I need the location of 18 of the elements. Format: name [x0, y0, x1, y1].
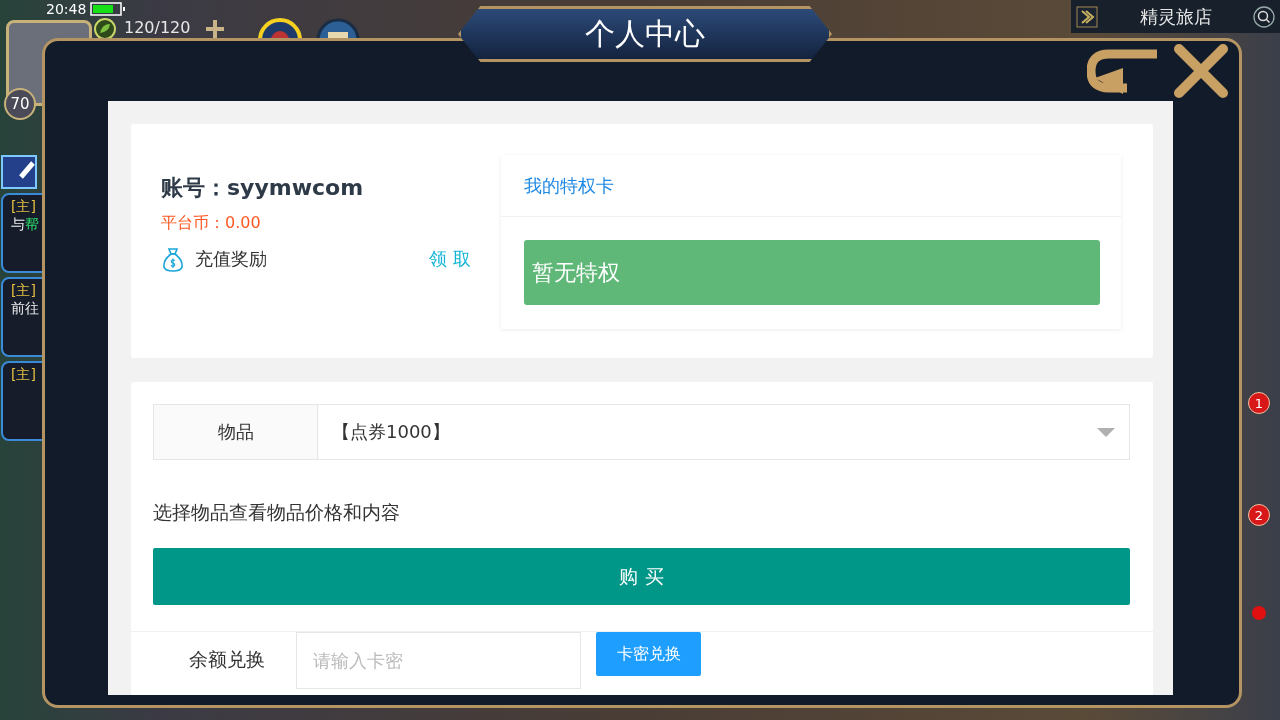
item-value: 【点券1000】: [331, 420, 451, 444]
platform-coins: 平台币：0.00: [161, 213, 262, 234]
quest-text: 与帮: [11, 216, 40, 234]
account-name: 账号：syymwcom: [161, 174, 365, 202]
item-label: 物品: [154, 405, 318, 459]
quest-text: 前往: [11, 300, 40, 318]
privilege-header: 我的特权卡: [501, 155, 1121, 217]
dialog-title: 个人中心: [458, 6, 832, 62]
no-privilege-notice: 暂无特权: [524, 240, 1100, 305]
quest-tag: [主]: [11, 282, 59, 300]
energy-count: 120/120: [124, 19, 191, 37]
quest-tag: [主]: [11, 366, 59, 384]
exchange-label: 余额兑换: [189, 647, 266, 672]
quest-tag: [主]: [11, 198, 59, 216]
location-title: 精灵旅店: [1138, 4, 1213, 29]
reward-label: 充值奖励: [195, 247, 268, 271]
item-hint: 选择物品查看物品价格和内容: [153, 500, 401, 525]
clock-time: 20:48: [46, 1, 87, 17]
